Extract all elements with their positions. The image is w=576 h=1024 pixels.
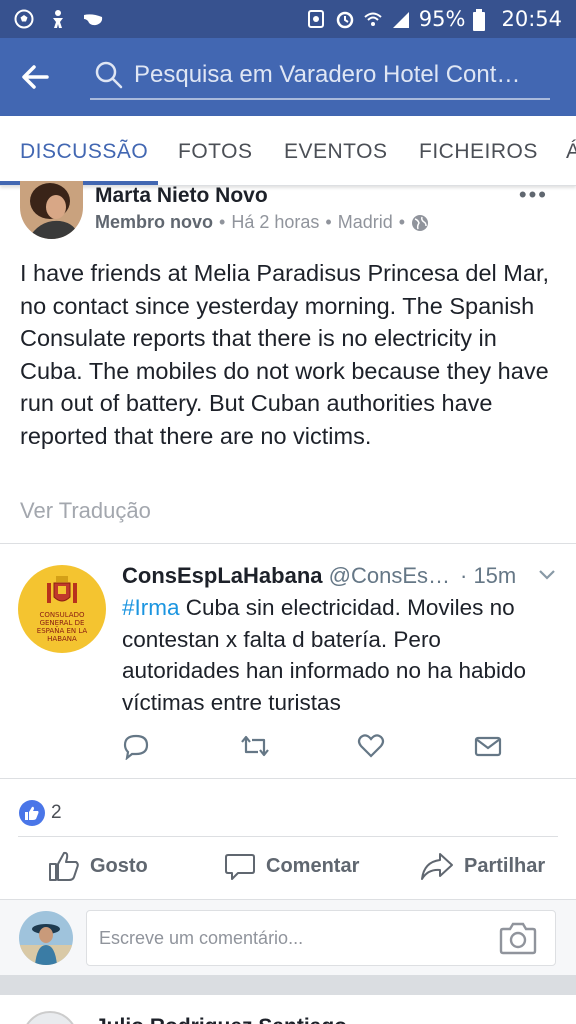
clock: 20:54 bbox=[501, 7, 562, 31]
tweet-text: #Irma Cuba sin electricidad. Moviles no … bbox=[122, 592, 562, 718]
battery-percent: 95% bbox=[418, 7, 466, 31]
consulate-logo: CONSULADO GENERAL DE ESPAÑA EN LA HABANA bbox=[18, 565, 106, 653]
coat-of-arms-icon bbox=[47, 576, 77, 603]
share-button[interactable]: Partilhar bbox=[420, 850, 545, 882]
share-icon bbox=[421, 853, 453, 880]
tab-files[interactable]: FICHEIROS bbox=[419, 140, 538, 164]
person-icon bbox=[48, 9, 68, 29]
post-time[interactable]: Há 2 horas bbox=[231, 212, 319, 233]
tweet-time: · 15m bbox=[460, 563, 517, 588]
reactions-count: 2 bbox=[51, 802, 62, 823]
tweet-author-name[interactable]: ConsEspLaHabana bbox=[122, 563, 323, 588]
search-bar[interactable] bbox=[90, 52, 550, 100]
wifi-icon bbox=[363, 9, 383, 29]
post-meta: Membro novo • Há 2 horas • Madrid • bbox=[95, 212, 429, 233]
comment-label: Comentar bbox=[266, 854, 360, 877]
message-icon[interactable] bbox=[474, 732, 502, 760]
like-reaction-icon bbox=[19, 800, 45, 826]
meta-separator: • bbox=[219, 212, 226, 232]
heart-icon[interactable] bbox=[357, 732, 385, 760]
tweet-handle: @ConsEs… bbox=[328, 563, 450, 588]
post-actions: Gosto Comentar Partilhar bbox=[0, 840, 576, 898]
meta-separator: • bbox=[325, 212, 332, 232]
search-input[interactable] bbox=[134, 61, 534, 89]
tweet-author[interactable]: ConsEspLaHabana @ConsEs… bbox=[122, 563, 450, 589]
tab-discussion[interactable]: DISCUSSÃO bbox=[20, 140, 148, 164]
post-more-button[interactable]: ••• bbox=[519, 182, 548, 208]
like-label: Gosto bbox=[90, 854, 148, 877]
camera-icon[interactable] bbox=[499, 921, 537, 955]
reply-icon[interactable] bbox=[122, 732, 150, 760]
app-bar bbox=[0, 38, 576, 116]
feed-separator bbox=[0, 975, 576, 995]
divider bbox=[18, 836, 558, 837]
back-arrow-icon bbox=[22, 65, 49, 89]
battery-icon bbox=[473, 9, 493, 31]
status-bar: 95% 20:54 bbox=[0, 0, 576, 38]
notification-icon bbox=[307, 9, 327, 29]
comment-input[interactable] bbox=[99, 927, 489, 949]
signal-icon bbox=[391, 9, 411, 29]
tab-overflow[interactable]: Á bbox=[566, 140, 576, 164]
next-post: Julio Rodriguez Santiago bbox=[0, 995, 576, 1024]
consulate-logo-text: CONSULADO GENERAL DE ESPAÑA EN LA HABANA bbox=[36, 611, 88, 643]
share-label: Partilhar bbox=[464, 854, 546, 877]
globe-icon bbox=[412, 214, 429, 231]
tweet-actions bbox=[0, 732, 576, 764]
soccer-ball-icon bbox=[14, 9, 34, 29]
reactions-summary[interactable]: 2 bbox=[19, 800, 62, 826]
author-avatar[interactable] bbox=[20, 181, 83, 239]
hand-icon bbox=[82, 9, 103, 29]
member-badge: Membro novo bbox=[95, 212, 214, 232]
next-post-author[interactable]: Julio Rodriguez Santiago bbox=[95, 1015, 347, 1024]
comment-box[interactable] bbox=[86, 910, 556, 966]
post-body: I have friends at Melia Paradisus Prince… bbox=[20, 260, 550, 449]
comment-button[interactable]: Comentar bbox=[224, 850, 359, 882]
user-avatar[interactable] bbox=[19, 911, 73, 965]
meta-separator: • bbox=[398, 212, 406, 232]
see-translation-link[interactable]: Ver Tradução bbox=[20, 498, 151, 524]
hashtag-link[interactable]: #Irma bbox=[122, 595, 180, 620]
comment-icon bbox=[225, 854, 255, 880]
next-post-avatar[interactable] bbox=[22, 1011, 78, 1024]
tab-events[interactable]: EVENTOS bbox=[284, 140, 387, 164]
comment-composer bbox=[0, 899, 576, 975]
post-header: Marta Nieto Novo Membro novo • Há 2 hora… bbox=[0, 181, 576, 246]
thumbs-up-icon bbox=[49, 851, 79, 881]
embedded-tweet[interactable]: CONSULADO GENERAL DE ESPAÑA EN LA HABANA… bbox=[0, 543, 576, 779]
chevron-down-icon[interactable] bbox=[538, 569, 556, 581]
retweet-icon[interactable] bbox=[240, 732, 270, 760]
back-button[interactable] bbox=[0, 38, 70, 116]
like-button[interactable]: Gosto bbox=[48, 850, 148, 882]
search-icon bbox=[95, 61, 123, 89]
group-tabs: DISCUSSÃO FOTOS EVENTOS FICHEIROS Á bbox=[0, 116, 576, 186]
post-location: Madrid bbox=[337, 212, 393, 232]
alarm-icon bbox=[335, 9, 355, 29]
tweet-body: Cuba sin electricidad. Moviles no contes… bbox=[122, 595, 527, 715]
post-author-name[interactable]: Marta Nieto Novo bbox=[95, 184, 268, 208]
tab-photos[interactable]: FOTOS bbox=[178, 140, 252, 164]
